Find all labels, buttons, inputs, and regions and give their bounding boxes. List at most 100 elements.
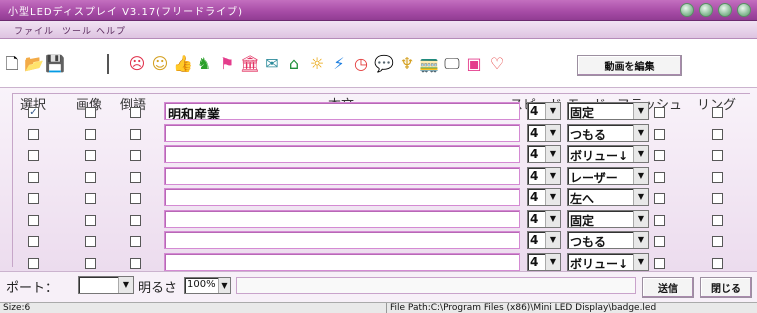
close-window-button[interactable] <box>737 3 751 17</box>
menu-file[interactable]: ファイル <box>14 24 54 37</box>
lightning-icon[interactable]: ⚡ <box>329 54 349 74</box>
ring-checkbox[interactable] <box>712 107 723 118</box>
ring-checkbox[interactable] <box>712 193 723 204</box>
heart-icon[interactable]: ♡ <box>487 54 507 74</box>
reverse-checkbox[interactable] <box>130 172 141 183</box>
mode-select[interactable]: レーザー ▼ <box>567 167 649 185</box>
angry-face-icon[interactable]: ☹ <box>127 54 147 74</box>
chevron-down-icon: ▼ <box>545 189 560 205</box>
select-checkbox[interactable] <box>28 236 39 247</box>
image-checkbox[interactable] <box>85 150 96 161</box>
reverse-checkbox[interactable] <box>130 107 141 118</box>
party-icon[interactable]: ♆ <box>397 54 417 74</box>
select-checkbox[interactable] <box>28 258 39 269</box>
speed-select[interactable]: 4 ▼ <box>527 167 561 185</box>
mode-select[interactable]: 固定 ▼ <box>567 210 649 228</box>
select-checkbox[interactable] <box>28 150 39 161</box>
mode-select[interactable]: つもる ▼ <box>567 124 649 142</box>
flash-checkbox[interactable] <box>654 107 665 118</box>
minimize-button[interactable] <box>699 3 713 17</box>
message-text-input[interactable] <box>164 145 520 163</box>
sun-icon[interactable]: ☼ <box>307 54 327 74</box>
speed-select[interactable]: 4 ▼ <box>527 210 561 228</box>
thumbs-up-icon[interactable]: 👍 <box>173 54 193 74</box>
reverse-checkbox[interactable] <box>130 150 141 161</box>
image-checkbox[interactable] <box>85 107 96 118</box>
mail-icon[interactable]: ✉ <box>262 54 282 74</box>
menu-help[interactable]: ヘルプ <box>96 24 126 37</box>
mode-select[interactable]: 固定 ▼ <box>567 102 649 120</box>
select-checkbox[interactable] <box>28 129 39 140</box>
speed-select[interactable]: 4 ▼ <box>527 231 561 249</box>
image-checkbox[interactable] <box>85 236 96 247</box>
image-checkbox[interactable] <box>85 193 96 204</box>
speed-select[interactable]: 4 ▼ <box>527 188 561 206</box>
edit-video-button[interactable]: 動画を編集 <box>577 55 682 76</box>
reverse-checkbox[interactable] <box>130 258 141 269</box>
reverse-checkbox[interactable] <box>130 215 141 226</box>
menu-tools[interactable]: ツール <box>62 24 92 37</box>
message-text-input[interactable] <box>164 124 520 142</box>
flash-checkbox[interactable] <box>654 172 665 183</box>
image-checkbox[interactable] <box>85 215 96 226</box>
port-label: ポート： <box>6 281 59 296</box>
close-button[interactable]: 閉じる <box>700 277 752 298</box>
speed-select[interactable]: 4 ▼ <box>527 145 561 163</box>
save-icon[interactable]: 💾 <box>45 54 65 74</box>
port-select[interactable]: ▼ <box>78 276 134 294</box>
flash-checkbox[interactable] <box>654 129 665 140</box>
flag-icon[interactable]: ⚑ <box>217 54 237 74</box>
mode-select[interactable]: 左へ ▼ <box>567 188 649 206</box>
flash-checkbox[interactable] <box>654 258 665 269</box>
maximize-button[interactable] <box>718 3 732 17</box>
title-bar[interactable]: 小型LEDディスプレイ V3.17(フリードライブ) <box>0 0 757 21</box>
clock-icon[interactable]: ◷ <box>351 54 371 74</box>
ring-checkbox[interactable] <box>712 150 723 161</box>
house-icon[interactable]: ⌂ <box>284 54 304 74</box>
message-text-input[interactable] <box>164 188 520 206</box>
reverse-checkbox[interactable] <box>130 193 141 204</box>
new-file-icon[interactable]: 🗋 <box>2 54 22 74</box>
message-text-input[interactable] <box>164 210 520 228</box>
mode-select[interactable]: つもる ▼ <box>567 231 649 249</box>
open-folder-icon[interactable]: 📂 <box>24 54 44 74</box>
reverse-checkbox[interactable] <box>130 236 141 247</box>
brightness-select[interactable]: 100% ▼ <box>184 277 231 294</box>
message-text-input[interactable]: 明和産業 <box>164 102 520 120</box>
message-text-input[interactable] <box>164 231 520 249</box>
chevron-down-icon: ▼ <box>633 103 648 119</box>
mode-select[interactable]: ボリュー↓ ▼ <box>567 253 649 271</box>
speed-select[interactable]: 4 ▼ <box>527 124 561 142</box>
ring-checkbox[interactable] <box>712 236 723 247</box>
help-button[interactable] <box>680 3 694 17</box>
flash-checkbox[interactable] <box>654 215 665 226</box>
floppy-icon[interactable]: ▣ <box>464 54 484 74</box>
select-checkbox[interactable]: ✓ <box>28 107 39 118</box>
mode-select[interactable]: ボリュー↓ ▼ <box>567 145 649 163</box>
flash-checkbox[interactable] <box>654 236 665 247</box>
select-checkbox[interactable] <box>28 172 39 183</box>
ring-checkbox[interactable] <box>712 129 723 140</box>
select-checkbox[interactable] <box>28 215 39 226</box>
speech-bubble-icon[interactable]: 💬 <box>374 54 394 74</box>
speed-select[interactable]: 4 ▼ <box>527 253 561 271</box>
ring-checkbox[interactable] <box>712 215 723 226</box>
image-checkbox[interactable] <box>85 258 96 269</box>
smile-face-icon[interactable]: ☺ <box>150 54 170 74</box>
image-checkbox[interactable] <box>85 172 96 183</box>
reverse-checkbox[interactable] <box>130 129 141 140</box>
message-text-input[interactable] <box>164 253 520 271</box>
message-text-input[interactable] <box>164 167 520 185</box>
ring-checkbox[interactable] <box>712 172 723 183</box>
ring-checkbox[interactable] <box>712 258 723 269</box>
image-checkbox[interactable] <box>85 129 96 140</box>
cat-icon[interactable]: ♞ <box>194 54 214 74</box>
building-icon[interactable]: 🏛 <box>240 54 260 74</box>
monitor-icon[interactable]: 🖵 <box>442 54 462 74</box>
send-button[interactable]: 送信 <box>642 277 694 298</box>
select-checkbox[interactable] <box>28 193 39 204</box>
flash-checkbox[interactable] <box>654 150 665 161</box>
flash-checkbox[interactable] <box>654 193 665 204</box>
speed-select[interactable]: 4 ▼ <box>527 102 561 120</box>
train-icon[interactable]: 🚃 <box>419 54 439 74</box>
